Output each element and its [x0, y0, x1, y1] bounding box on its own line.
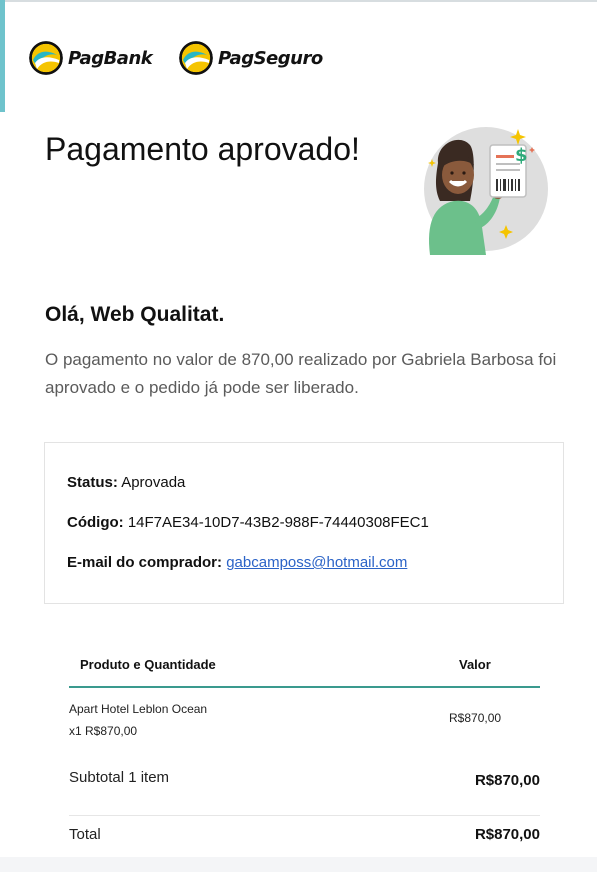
svg-text:$: $ — [515, 145, 528, 166]
item-qty-price: x1 R$870,00 — [69, 724, 138, 738]
payment-message: O pagamento no valor de 870,00 realizado… — [45, 350, 557, 397]
pagseguro-logo-text: PagSeguro — [218, 47, 323, 69]
code-label: Código: — [67, 514, 124, 531]
buyer-email-label: E-mail do comprador: — [67, 554, 223, 571]
code-value: 14F7AE34-10D7-43B2-988F-74440308FEC1 — [127, 514, 429, 531]
pagbank-logo-text: PagBank — [68, 47, 153, 69]
email-body: PagBank PagSeguro Pagamento aprovado! $ … — [0, 0, 597, 872]
woman-with-receipt-illustration: $ — [424, 127, 548, 255]
code-line: Código: 14F7AE34-10D7-43B2-988F-74440308… — [67, 514, 429, 531]
pagbank-logo: PagBank — [29, 38, 153, 78]
email-header: PagBank PagSeguro — [0, 0, 597, 112]
payment-details-box: Status: Aprovada Código: 14F7AE34-10D7-4… — [44, 442, 564, 604]
pagseguro-logo-icon — [179, 41, 213, 75]
table-header-product: Produto e Quantidade — [80, 657, 216, 672]
table-header-divider — [69, 686, 540, 688]
pagseguro-logo: PagSeguro — [179, 38, 323, 78]
buyer-email-link[interactable]: gabcamposs@hotmail.com — [226, 554, 407, 571]
greeting: Olá, Web Qualitat. — [45, 303, 225, 326]
table-header-value: Valor — [459, 657, 491, 672]
subtotal-value: R$870,00 — [474, 772, 540, 789]
buyer-email-line: E-mail do comprador: gabcamposs@hotmail.… — [67, 554, 407, 571]
page-title: Pagamento aprovado! — [45, 131, 360, 167]
item-name: Apart Hotel Leblon Ocean — [69, 702, 208, 716]
total-value: R$870,00 — [474, 826, 540, 843]
status-line: Status: Aprovada — [67, 474, 185, 491]
total-label: Total — [69, 826, 101, 843]
status-label: Status: — [67, 474, 118, 491]
header-accent-bar — [0, 0, 5, 112]
footer-band — [0, 857, 597, 872]
pagbank-logo-icon — [29, 41, 63, 75]
item-value: R$870,00 — [449, 711, 502, 725]
status-value: Aprovada — [121, 474, 186, 491]
subtotal-label: Subtotal 1 item — [69, 769, 170, 786]
total-divider — [69, 815, 540, 816]
